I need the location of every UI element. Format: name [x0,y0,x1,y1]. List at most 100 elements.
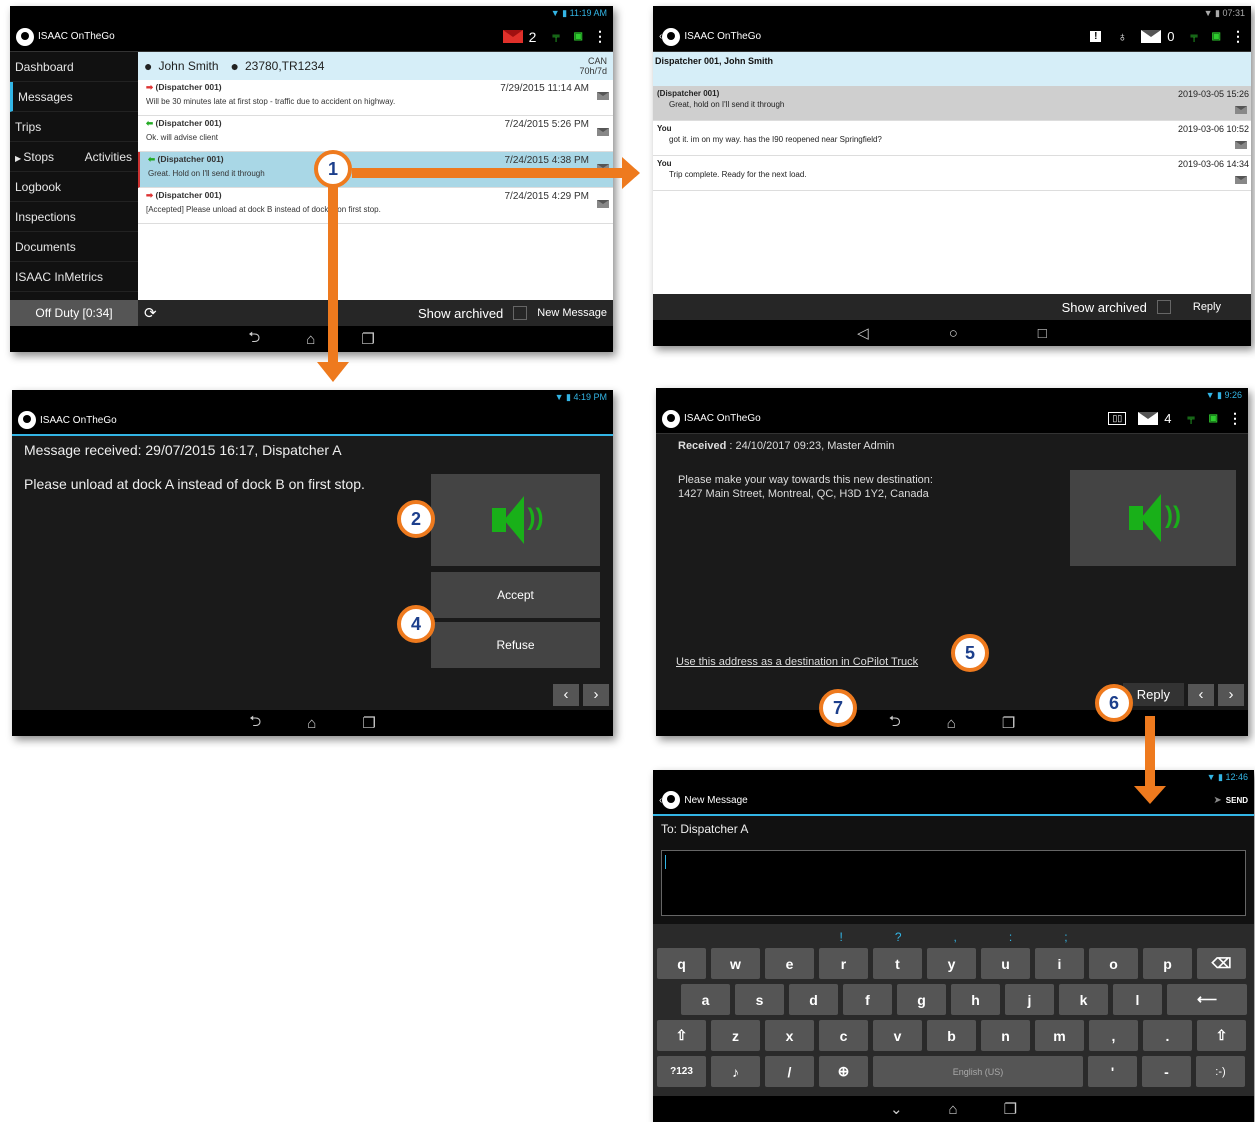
shift-icon[interactable]: ⇧ [1197,1020,1246,1051]
list-item[interactable]: You Trip complete. Ready for the next lo… [653,156,1251,191]
sidebar-item-stops[interactable]: ▶ Stops [15,150,54,171]
show-archived-checkbox[interactable] [513,306,528,320]
home-icon[interactable]: ⌂ [947,715,956,732]
recents-icon[interactable]: ❐ [362,714,375,732]
suggestion-key[interactable]: ; [1064,930,1067,948]
list-item[interactable]: ➡ (Dispatcher 001) 7/24/2015 4:29 PM [Ac… [138,188,613,224]
keyboard-key[interactable]: m [1035,1020,1084,1051]
keyboard-key[interactable]: n [981,1020,1030,1051]
suggestion-key[interactable]: : [1009,930,1012,948]
back-icon[interactable]: ⮌ [248,327,260,352]
message-textarea[interactable] [661,850,1246,916]
keyboard-key[interactable]: u [981,948,1030,979]
keyboard-key[interactable]: c [819,1020,868,1051]
recents-icon[interactable]: ❐ [1004,1100,1017,1118]
home-icon[interactable]: ⌂ [949,1101,958,1118]
sidebar-item-inmetrics[interactable]: ISAAC InMetrics [10,262,138,292]
show-archived-checkbox[interactable] [1156,300,1171,314]
list-item[interactable]: ➡ (Dispatcher 001) 7/29/2015 11:14 AM Wi… [138,80,613,116]
keyboard-key[interactable]: y [927,948,976,979]
list-item[interactable]: (Dispatcher 001) Great, hold on I'll sen… [653,86,1251,121]
reply-button[interactable]: Reply [1193,301,1221,313]
sidebar-item-messages[interactable]: Messages [10,82,138,112]
recents-icon[interactable]: ❐ [361,330,374,348]
next-icon[interactable]: › [1218,684,1244,706]
suggestion-key[interactable]: ? [895,930,902,948]
previous-icon[interactable]: ‹ [553,684,579,706]
suggestion-key[interactable]: , [954,930,957,948]
send-button[interactable]: SEND [1226,796,1248,805]
keyboard-key[interactable]: d [789,984,838,1015]
document-icon[interactable]: ▯▯ [1108,412,1127,425]
slash-key[interactable]: / [765,1056,814,1087]
recents-icon[interactable]: ❐ [1002,714,1015,732]
truck-icon[interactable]: ▣ [1212,31,1221,42]
keyboard-key[interactable]: t [873,948,922,979]
envelope-icon[interactable] [1138,412,1159,425]
sidebar-item-trips[interactable]: Trips [10,112,138,142]
back-icon[interactable]: ◁ [857,324,869,342]
keyboard-key[interactable]: i [1035,948,1084,979]
hide-keyboard-icon[interactable]: ⌄ [890,1100,903,1118]
keyboard-key[interactable]: f [843,984,892,1015]
new-message-button[interactable]: New Message [537,307,607,319]
keyboard-key[interactable]: s [735,984,784,1015]
keyboard-key[interactable]: w [711,948,760,979]
keyboard-key[interactable]: r [819,948,868,979]
text-to-speech-button[interactable]: )) [431,474,600,566]
off-duty-button[interactable]: Off Duty [0:34] [10,300,138,326]
copilot-destination-link[interactable]: Use this address as a destination in CoP… [676,656,918,668]
suggestion-key[interactable]: ! [839,930,842,948]
keyboard-key[interactable]: o [1089,948,1138,979]
keyboard-key[interactable]: v [873,1020,922,1051]
shift-icon[interactable]: ⇧ [657,1020,706,1051]
keyboard-key[interactable]: , [1089,1020,1138,1051]
next-icon[interactable]: › [583,684,609,706]
accept-button[interactable]: Accept [431,572,600,618]
keyboard-key[interactable]: g [897,984,946,1015]
sidebar-item-inspections[interactable]: Inspections [10,202,138,232]
home-icon[interactable]: ⌂ [306,331,315,348]
keyboard-key[interactable]: e [765,948,814,979]
sidebar-item-dashboard[interactable]: Dashboard [10,52,138,82]
enter-icon[interactable]: ⟵ [1167,984,1247,1015]
overflow-menu-icon[interactable]: ⋮ [593,28,607,45]
trailer-icon[interactable]: ╤ [1187,413,1194,424]
backspace-icon[interactable]: ⌫ [1197,948,1246,979]
bell-icon[interactable]: ♁ [1117,29,1127,44]
keyboard-key[interactable]: k [1059,984,1108,1015]
back-icon[interactable]: ⮌ [889,711,901,736]
sidebar-item-logbook[interactable]: Logbook [10,172,138,202]
trailer-icon[interactable]: ╤ [552,31,559,42]
refresh-icon[interactable]: ⟳ [144,304,157,322]
overflow-menu-icon[interactable]: ⋮ [1228,410,1242,427]
keyboard-key[interactable]: b [927,1020,976,1051]
truck-icon[interactable]: ▣ [1209,413,1218,424]
symbols-key[interactable]: ?123 [657,1056,706,1087]
truck-icon[interactable]: ▣ [574,31,583,42]
back-icon[interactable]: ⮌ [249,711,261,736]
sidebar-item-documents[interactable]: Documents [10,232,138,262]
microphone-icon[interactable]: ♪ [711,1056,760,1087]
keyboard-key[interactable]: h [951,984,1000,1015]
envelope-icon[interactable] [1141,30,1162,43]
home-icon[interactable]: ⌂ [307,715,316,732]
keyboard-key[interactable]: l [1113,984,1162,1015]
keyboard-key[interactable]: x [765,1020,814,1051]
smiley-key[interactable]: :-) [1196,1056,1245,1087]
dash-key[interactable]: - [1142,1056,1191,1087]
sidebar-item-activities[interactable]: Activities [85,150,132,171]
recents-icon[interactable]: □ [1038,325,1047,342]
keyboard-key[interactable]: . [1143,1020,1192,1051]
keyboard-key[interactable]: q [657,948,706,979]
keyboard-key[interactable]: p [1143,948,1192,979]
previous-icon[interactable]: ‹ [1188,684,1214,706]
overflow-menu-icon[interactable]: ⋮ [1231,28,1245,45]
alert-icon[interactable]: ! [1090,31,1102,42]
space-key[interactable]: English (US) [873,1056,1083,1087]
list-item[interactable]: You got it. im on my way. has the I90 re… [653,121,1251,156]
trailer-icon[interactable]: ╤ [1190,31,1197,42]
keyboard-key[interactable]: j [1005,984,1054,1015]
globe-icon[interactable]: ⊕ [819,1056,868,1087]
refuse-button[interactable]: Refuse [431,622,600,668]
